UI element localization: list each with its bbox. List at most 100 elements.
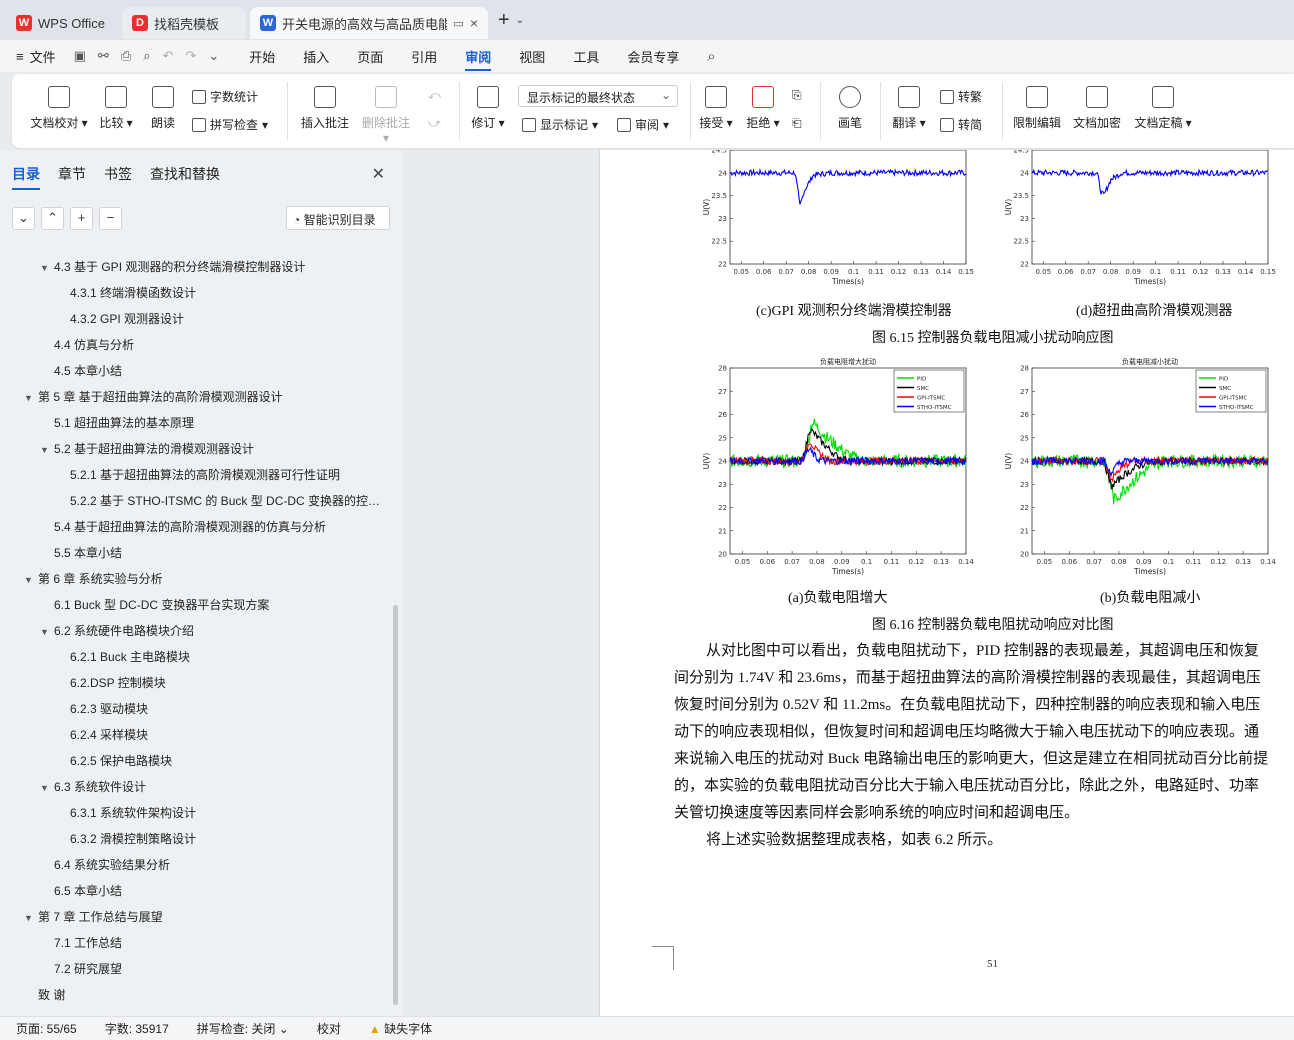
caret-down-icon[interactable]: ▼ bbox=[40, 627, 54, 637]
caret-down-icon[interactable]: ▼ bbox=[40, 445, 54, 455]
caret-down-icon[interactable]: ▼ bbox=[40, 263, 54, 273]
toc-item[interactable]: 5.5 本章小结 bbox=[40, 544, 400, 566]
caret-down-icon[interactable]: ▼ bbox=[24, 575, 38, 585]
toc-item[interactable]: ▼ 6.3 系统软件设计 bbox=[40, 778, 400, 800]
tab-wps-office[interactable]: W WPS Office bbox=[6, 7, 118, 39]
toc-item[interactable]: ▼ 第 7 章 工作总结与展望 bbox=[24, 908, 384, 930]
menu-review[interactable]: 审阅 bbox=[465, 47, 492, 71]
tab-bookmarks[interactable]: 书签 bbox=[104, 164, 132, 190]
redo-icon[interactable]: ↷ bbox=[185, 48, 196, 64]
toc-item[interactable]: ▼ 5.2 基于超扭曲算法的滑模观测器设计 bbox=[40, 440, 400, 462]
translate-button[interactable]: 翻译 ▾ bbox=[888, 86, 930, 131]
tab-sections[interactable]: 章节 bbox=[58, 164, 86, 190]
word-count-button[interactable]: 字数统计 bbox=[192, 88, 258, 105]
track-changes-button[interactable]: 修订 ▾ bbox=[468, 86, 508, 131]
toc-item[interactable]: 7.2 研究展望 bbox=[40, 960, 400, 982]
to-simplified-button[interactable]: 转简 bbox=[940, 116, 982, 133]
toc-item[interactable]: ▼ 6.2 系统硬件电路模块介绍 bbox=[40, 622, 400, 644]
toc-item[interactable]: ▼ 第 6 章 系统实验与分析 bbox=[24, 570, 384, 592]
toc-item[interactable]: 6.2.4 采样模块 bbox=[56, 726, 400, 748]
next-comment-icon[interactable]: ⤻ bbox=[428, 116, 441, 131]
toc-item[interactable]: ▼ 第 5 章 基于超扭曲算法的高阶滑模观测器设计 bbox=[24, 388, 384, 410]
file-menu-button[interactable]: ≡ 文件 bbox=[16, 47, 56, 66]
markup-display-select[interactable]: 显示标记的最终状态 ⌄ bbox=[518, 85, 678, 107]
toc-item[interactable]: 6.5 本章小结 bbox=[40, 882, 400, 904]
caret-down-icon[interactable]: ▼ bbox=[24, 393, 38, 403]
restrict-editing-button[interactable]: 限制编辑 bbox=[1012, 86, 1062, 131]
collapse-button[interactable]: ⌄ bbox=[12, 207, 35, 230]
toc-item[interactable]: 5.4 基于超扭曲算法的高阶滑模观测器的仿真与分析 bbox=[40, 518, 400, 540]
toc-item[interactable]: 4.5 本章小结 bbox=[40, 362, 400, 384]
save-icon[interactable]: ▣ bbox=[74, 48, 86, 64]
insert-comment-button[interactable]: 插入批注 bbox=[298, 86, 352, 131]
toc-item[interactable]: 5.2.2 基于 STHO-ITSMC 的 Buck 型 DC-DC 变换器的控… bbox=[56, 492, 400, 514]
toc-item[interactable]: 4.3.2 GPI 观测器设计 bbox=[56, 310, 400, 332]
toc-item[interactable]: 4.4 仿真与分析 bbox=[40, 336, 400, 358]
chevron-down-icon[interactable]: ⌄ bbox=[516, 15, 524, 26]
tab-document[interactable]: W 开关电源的高效与高品质电能 ▭ × bbox=[250, 7, 488, 39]
remove-heading-button[interactable]: − bbox=[99, 207, 122, 230]
menu-references[interactable]: 引用 bbox=[411, 47, 437, 66]
toc-item[interactable]: 6.3.1 系统软件架构设计 bbox=[56, 804, 400, 826]
add-heading-button[interactable]: + bbox=[70, 207, 93, 230]
page-indicator[interactable]: 页面: 55/65 bbox=[16, 1020, 77, 1037]
word-count-indicator[interactable]: 字数: 35917 bbox=[105, 1020, 169, 1037]
toc-item[interactable]: 5.2.1 基于超扭曲算法的高阶滑模观测器可行性证明 bbox=[56, 466, 400, 488]
print-icon[interactable]: ⎙ bbox=[121, 48, 131, 64]
toc-scrollbar[interactable] bbox=[393, 605, 398, 1005]
smart-toc-button[interactable]: ◔ 智能识别目录 bbox=[286, 206, 390, 230]
close-icon[interactable]: × bbox=[470, 15, 478, 31]
read-aloud-button[interactable]: 朗读 bbox=[146, 86, 180, 131]
spell-check-button[interactable]: 拼写检查 ▾ bbox=[192, 116, 268, 133]
menu-insert[interactable]: 插入 bbox=[303, 47, 329, 66]
toc-item[interactable]: 7.1 工作总结 bbox=[40, 934, 400, 956]
encrypt-document-button[interactable]: 文档加密 bbox=[1072, 86, 1122, 131]
toc-item[interactable]: 6.3.2 滑模控制策略设计 bbox=[56, 830, 400, 852]
proofread-button[interactable]: 文档校对 ▾ bbox=[28, 86, 90, 131]
menu-page[interactable]: 页面 bbox=[357, 47, 383, 66]
prev-comment-icon[interactable]: ⤺ bbox=[428, 88, 441, 103]
menu-home[interactable]: 开始 bbox=[249, 47, 275, 66]
toc-item[interactable]: 4.3.1 终端滑模函数设计 bbox=[56, 284, 400, 306]
toc-item[interactable]: 6.1 Buck 型 DC-DC 变换器平台实现方案 bbox=[40, 596, 400, 618]
reject-button[interactable]: 拒绝 ▾ bbox=[745, 86, 781, 131]
chevron-down-icon[interactable]: ⌄ bbox=[208, 48, 219, 64]
close-icon[interactable]: ✕ bbox=[372, 164, 385, 184]
pen-button[interactable]: 画笔 bbox=[832, 86, 868, 131]
toc-item[interactable]: 6.2.DSP 控制模块 bbox=[56, 674, 400, 696]
tab-toc[interactable]: 目录 bbox=[12, 164, 40, 190]
to-traditional-button[interactable]: 转繁 bbox=[940, 88, 982, 105]
next-change-icon[interactable]: ⎗ bbox=[792, 116, 802, 131]
menu-view[interactable]: 视图 bbox=[519, 47, 545, 66]
toc-item[interactable]: 6.2.3 驱动模块 bbox=[56, 700, 400, 722]
menu-member[interactable]: 会员专享 bbox=[627, 47, 679, 66]
undo-icon[interactable]: ↶ bbox=[163, 48, 174, 64]
menu-tools[interactable]: 工具 bbox=[573, 47, 599, 66]
prev-change-icon[interactable]: ⎘ bbox=[792, 88, 802, 103]
toc-item[interactable]: 6.4 系统实验结果分析 bbox=[40, 856, 400, 878]
tab-docer-templates[interactable]: D 找稻壳模板 bbox=[122, 7, 246, 39]
new-tab-button[interactable]: + bbox=[498, 9, 510, 32]
delete-comment-button[interactable]: 删除批注 ▾ bbox=[359, 86, 413, 145]
caret-down-icon[interactable]: ▼ bbox=[40, 783, 54, 793]
review-pane-button[interactable]: 审阅 ▾ bbox=[617, 116, 669, 133]
toc-item[interactable]: 6.2.1 Buck 主电路模块 bbox=[56, 648, 400, 670]
link-icon[interactable]: ⚯ bbox=[98, 48, 109, 64]
compare-label: 比较 bbox=[99, 116, 124, 130]
accept-button[interactable]: 接受 ▾ bbox=[698, 86, 734, 131]
missing-font-status[interactable]: ▲ 缺失字体 bbox=[369, 1020, 432, 1037]
toc-item[interactable]: 6.2.5 保护电路模块 bbox=[56, 752, 400, 774]
print-preview-icon[interactable]: ⌕ bbox=[143, 48, 150, 64]
compare-button[interactable]: 比较 ▾ bbox=[96, 86, 136, 131]
spell-check-status[interactable]: 拼写检查: 关闭 ⌄ bbox=[197, 1020, 289, 1037]
toc-item[interactable]: ▼ 4.3 基于 GPI 观测器的积分终端滑模控制器设计 bbox=[40, 258, 400, 280]
show-markup-button[interactable]: 显示标记 ▾ bbox=[522, 116, 598, 133]
expand-button[interactable]: ⌃ bbox=[41, 207, 64, 230]
search-icon[interactable]: ⌕ bbox=[707, 48, 715, 65]
proof-status[interactable]: 校对 bbox=[317, 1020, 341, 1037]
toc-item[interactable]: 致 谢 bbox=[24, 986, 384, 1008]
caret-down-icon[interactable]: ▼ bbox=[24, 913, 38, 923]
finalize-document-button[interactable]: 文档定稿 ▾ bbox=[1132, 86, 1194, 131]
tab-find-replace[interactable]: 查找和替换 bbox=[150, 164, 220, 190]
toc-item[interactable]: 5.1 超扭曲算法的基本原理 bbox=[40, 414, 400, 436]
